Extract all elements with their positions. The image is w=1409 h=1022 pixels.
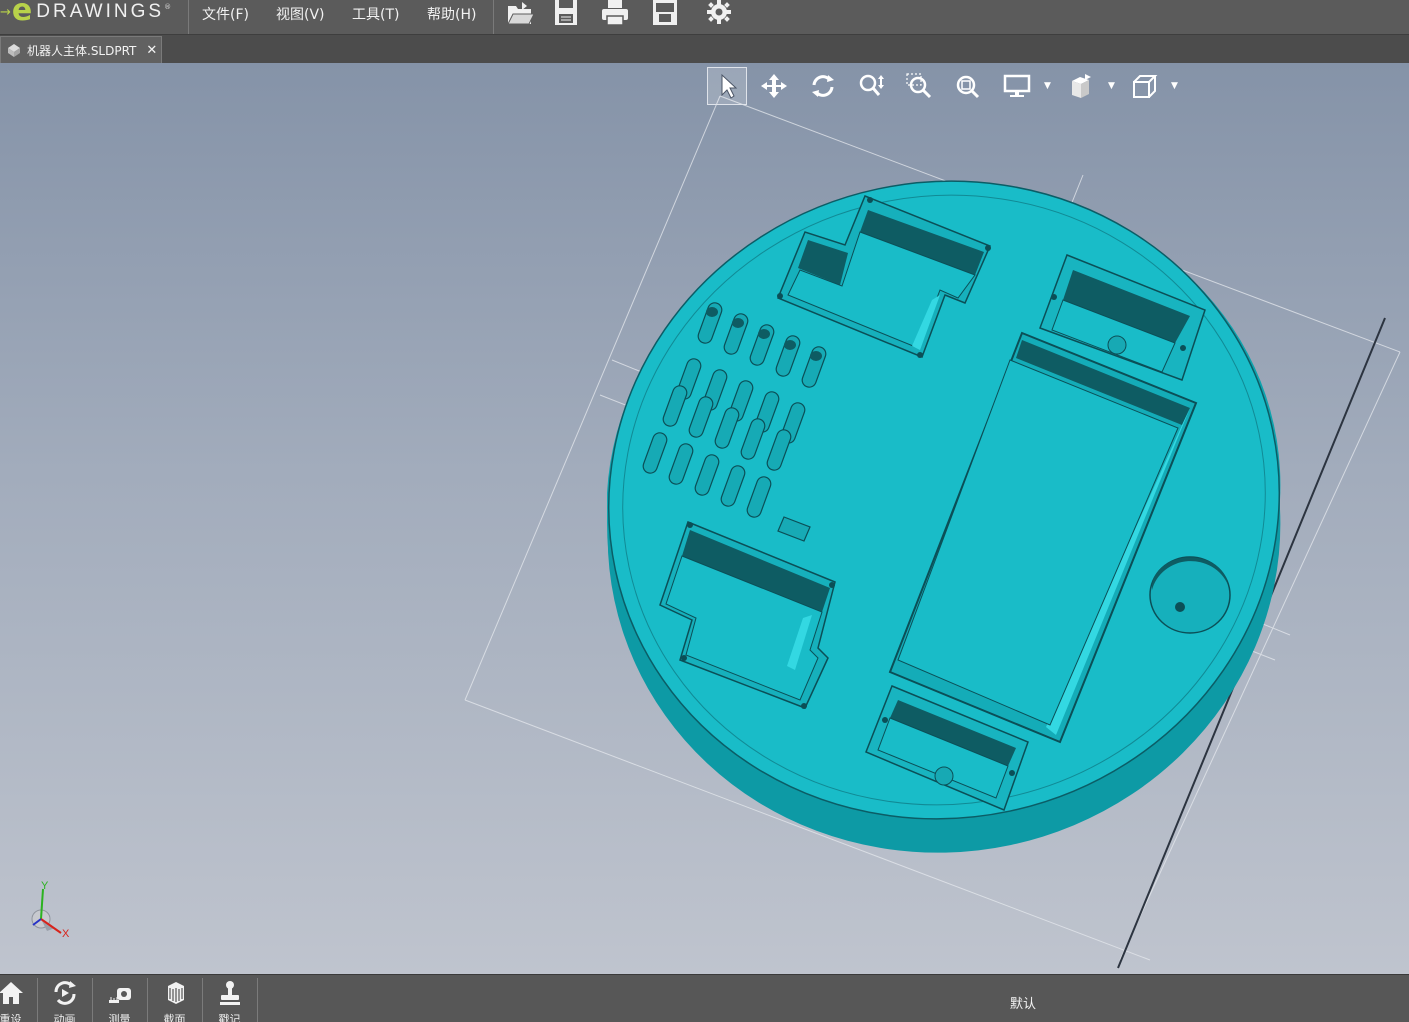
open-icon[interactable] [505,0,535,26]
measure-label: 测量 [108,1013,131,1022]
graphics-viewport[interactable]: ▼ ▼ ▼ Y X [0,63,1409,974]
view-toolbar: ▼ ▼ ▼ [706,67,1186,107]
edrawings-logo: → e DRAWINGS ® [0,0,188,35]
zoom-to-area-button[interactable] [900,67,940,105]
measure-icon [108,988,131,1003]
menu-divider [493,0,494,34]
zoom-icon [859,74,884,96]
view-orientation-icon [1072,74,1091,98]
zoom-to-fit-button[interactable] [948,67,988,105]
menu-view[interactable]: 视图(V) [276,4,325,24]
select-icon [721,73,738,99]
configuration-label[interactable]: 默认 [1010,993,1036,1012]
axis-triad: Y X [31,881,70,940]
view-orientation-dropdown-icon[interactable]: ▼ [1108,81,1115,91]
logo-registered-mark: ® [164,2,172,11]
animation-button[interactable]: 动画 [37,975,92,1022]
stamp-label: 戳记 [218,1013,241,1022]
logo-e: e [11,0,33,28]
y-axis-label: Y [41,881,49,892]
zoom-to-area-icon [906,73,932,99]
reset-label: 重设 [0,1013,22,1022]
bottom-divider [257,978,258,1022]
publish-icon[interactable] [650,0,680,26]
standard-views-button[interactable] [1124,67,1164,105]
view-orientation-button[interactable] [1061,67,1101,105]
document-tab[interactable]: 机器人主体.SLDPRT ✕ [0,36,162,63]
document-tab-label: 机器人主体.SLDPRT [27,43,137,58]
section-icon [167,982,184,1004]
part-model[interactable] [0,63,1409,974]
display-style-icon [1003,74,1031,97]
home-icon [0,982,23,1004]
rotate-icon [812,75,834,97]
pan-button[interactable] [754,67,794,105]
standard-views-icon [1133,75,1158,98]
display-style-button[interactable] [997,67,1037,105]
menu-bar: → e DRAWINGS ® 文件(F) 视图(V) 工具(T) 帮助(H) [0,0,1409,35]
menu-divider [188,0,189,34]
logo-word: DRAWINGS [36,0,165,22]
save-icon[interactable] [551,0,581,26]
menu-tools[interactable]: 工具(T) [352,4,399,24]
logo-arrow-icon: → [0,5,11,20]
round-pocket[interactable] [1149,556,1231,634]
document-tab-bar: 机器人主体.SLDPRT ✕ [0,35,1409,63]
stamp-icon [219,981,240,1005]
reset-button[interactable]: 重设 [0,975,38,1022]
part-file-icon [8,44,20,57]
standard-views-dropdown-icon[interactable]: ▼ [1171,81,1178,91]
zoom-button[interactable] [852,67,892,105]
display-style-dropdown-icon[interactable]: ▼ [1044,81,1051,91]
animation-icon [54,981,76,1005]
x-axis-label: X [62,928,70,940]
animation-label: 动画 [53,1013,76,1022]
zoom-to-fit-icon [956,75,980,99]
bottom-toolbar: 重设 动画 测量 截面 戳记 默认 [0,974,1409,1022]
stamp-button[interactable]: 戳记 [202,975,257,1022]
measure-button[interactable]: 测量 [92,975,147,1022]
select-button[interactable] [707,67,747,105]
settings-icon[interactable] [704,0,734,26]
print-icon[interactable] [600,0,630,26]
close-tab-icon[interactable]: ✕ [146,43,157,58]
rotate-button[interactable] [803,67,843,105]
section-label: 截面 [163,1013,186,1022]
section-button[interactable]: 截面 [147,975,202,1022]
pan-icon [761,74,787,98]
menu-help[interactable]: 帮助(H) [427,4,476,24]
menu-file[interactable]: 文件(F) [202,4,249,24]
